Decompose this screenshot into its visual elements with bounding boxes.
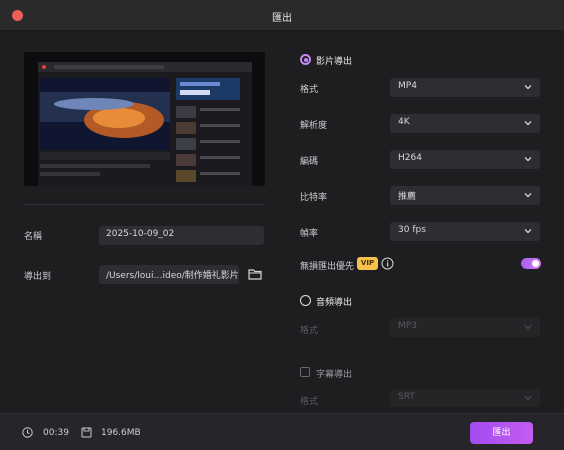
audio-export-radio[interactable] [300, 295, 311, 306]
video-export-radio[interactable] [300, 54, 311, 65]
file-name-input[interactable]: 2025-10-09_02 [99, 226, 264, 245]
chevron-down-icon [524, 193, 532, 198]
format-select[interactable]: MP4 [390, 78, 540, 97]
info-icon[interactable] [381, 257, 394, 270]
chevron-down-icon [524, 229, 532, 234]
file-size-icon [81, 427, 92, 438]
lossless-label: 無損匯出優先 [300, 262, 355, 272]
bitrate-value: 推薦 [398, 192, 417, 202]
resolution-select[interactable]: 4K [390, 114, 540, 133]
export-path-field[interactable]: /Users/loui…ideo/制作婚礼影片 [99, 265, 239, 284]
preview-frame-image [24, 52, 265, 186]
chevron-down-icon [524, 325, 532, 330]
name-label: 名稱 [24, 232, 43, 242]
chevron-down-icon [524, 121, 532, 126]
subtitle-format-label: 格式 [300, 397, 319, 407]
audio-format-select[interactable]: MP3 [390, 318, 540, 337]
export-to-label: 導出到 [24, 272, 52, 282]
encoder-select[interactable]: H264 [390, 150, 540, 169]
lossless-toggle[interactable] [521, 258, 541, 269]
vip-badge: VIP [357, 257, 378, 270]
format-value: MP4 [398, 81, 417, 91]
chevron-down-icon [524, 396, 532, 401]
bitrate-label: 比特率 [300, 193, 328, 203]
audio-format-label: 格式 [300, 326, 319, 336]
audio-format-value: MP3 [398, 321, 417, 331]
folder-icon[interactable] [248, 268, 262, 280]
framerate-label: 幀率 [300, 229, 319, 239]
chevron-down-icon [524, 157, 532, 162]
chevron-down-icon [524, 85, 532, 90]
format-label: 格式 [300, 85, 319, 95]
encoder-value: H264 [398, 153, 422, 163]
resolution-label: 解析度 [300, 121, 328, 131]
audio-export-title: 音頻導出 [316, 298, 353, 308]
video-preview [24, 52, 265, 186]
file-size-text: 196.6MB [101, 428, 141, 438]
resolution-value: 4K [398, 117, 410, 127]
window-title: 匯出 [272, 13, 292, 24]
export-button[interactable]: 匯出 [470, 422, 533, 444]
subtitle-format-value: SRT [398, 392, 415, 402]
clock-icon [22, 427, 33, 438]
duration-text: 00:39 [43, 428, 69, 438]
framerate-select[interactable]: 30 fps [390, 222, 540, 241]
subtitle-export-checkbox[interactable] [300, 367, 310, 377]
title-bar: 匯出 [0, 0, 564, 31]
subtitle-export-title: 字幕導出 [316, 370, 353, 380]
bitrate-select[interactable]: 推薦 [390, 186, 540, 205]
framerate-value: 30 fps [398, 225, 426, 235]
encoder-label: 編碼 [300, 157, 319, 167]
video-export-title: 影片導出 [316, 57, 353, 67]
subtitle-format-select[interactable]: SRT [390, 389, 540, 407]
divider [24, 204, 264, 205]
